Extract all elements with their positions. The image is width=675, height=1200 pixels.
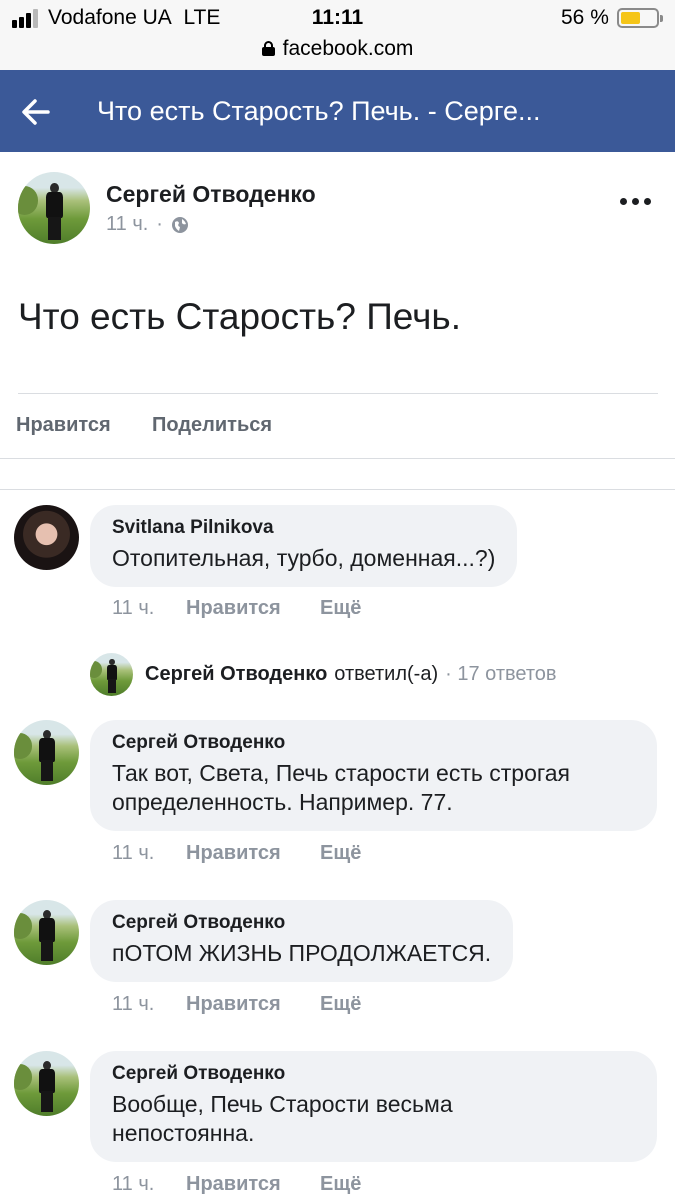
share-button[interactable]: Поделиться [152, 414, 272, 437]
battery-level [621, 12, 641, 24]
battery-icon [617, 8, 663, 28]
comment-text: Вообще, Печь Старости весьма непостоянна… [112, 1091, 453, 1146]
reply-author: Сергей Отводенко [145, 662, 328, 685]
comment-text: Так вот, Света, Печь старости есть строг… [112, 760, 571, 815]
meta-separator: · [156, 213, 163, 235]
commenter-avatar[interactable] [14, 505, 79, 570]
post-time[interactable]: 11 ч. [106, 213, 148, 236]
comment-time[interactable]: 11 ч. [112, 1173, 186, 1196]
post-meta: 11 ч. · [106, 213, 189, 236]
author-avatar[interactable] [18, 172, 90, 244]
battery-percent: 56 % [561, 6, 609, 29]
comment-author[interactable]: Сергей Отводенко [112, 1062, 635, 1086]
comment-more-button[interactable]: Ещё [320, 842, 361, 865]
commenter-avatar[interactable] [14, 900, 79, 965]
top-nav-bar: Что есть Старость? Печь. - Серге... [0, 70, 675, 152]
globe-icon [171, 216, 188, 233]
divider [18, 393, 658, 394]
page-title: Что есть Старость? Печь. - Серге... [97, 96, 541, 126]
comment-bubble: Сергей Отводенко пОТОМ ЖИЗНЬ ПРОДОЛЖАЕТС… [90, 900, 514, 982]
reply-count: · 17 ответов [445, 662, 557, 685]
back-arrow-icon[interactable] [18, 94, 54, 130]
comment-more-button[interactable]: Ещё [320, 1173, 361, 1196]
status-bar: Vodafone UA LTE 11:11 56 % facebook.com [0, 0, 675, 70]
comment-author[interactable]: Сергей Отводенко [112, 731, 635, 755]
comment-like-button[interactable]: Нравится [186, 1173, 320, 1196]
comment-more-button[interactable]: Ещё [320, 993, 361, 1016]
comment-author[interactable]: Svitlana Pilnikova [112, 516, 495, 540]
comment-actions: 11 ч. Нравится Ещё [112, 597, 361, 620]
comment-author[interactable]: Сергей Отводенко [112, 911, 491, 935]
comment-time[interactable]: 11 ч. [112, 597, 186, 620]
comment-bubble: Сергей Отводенко Вообще, Печь Старости в… [90, 1051, 657, 1162]
comment-more-button[interactable]: Ещё [320, 597, 361, 620]
like-button[interactable]: Нравится [16, 414, 111, 437]
reply-verb: ответил(-а) [334, 662, 439, 685]
section-gap [0, 459, 675, 489]
comment-like-button[interactable]: Нравится [186, 993, 320, 1016]
replies-summary[interactable]: Сергей Отводенко ответил(-а) · 17 ответо… [90, 652, 557, 696]
comment-text: Отопительная, турбо, доменная...?) [112, 545, 496, 571]
url-text: facebook.com [282, 37, 414, 60]
post-author-name[interactable]: Сергей Отводенко [106, 181, 316, 208]
lock-icon [261, 41, 275, 56]
commenter-avatar[interactable] [14, 720, 79, 785]
more-options-icon[interactable] [620, 196, 652, 208]
divider [0, 489, 675, 490]
comment-actions: 11 ч. Нравится Ещё [112, 842, 361, 865]
address-bar[interactable]: facebook.com [0, 37, 675, 61]
comment-text: пОТОМ ЖИЗНЬ ПРОДОЛЖАЕТСЯ. [112, 940, 492, 966]
comment-actions: 11 ч. Нравится Ещё [112, 1173, 361, 1196]
post-text: Что есть Старость? Печь. [18, 296, 461, 337]
comment-like-button[interactable]: Нравится [186, 597, 320, 620]
reply-avatar [90, 652, 133, 696]
comment-like-button[interactable]: Нравится [186, 842, 320, 865]
comment-bubble: Сергей Отводенко Так вот, Света, Печь ст… [90, 720, 657, 831]
commenter-avatar[interactable] [14, 1051, 79, 1116]
comment-time[interactable]: 11 ч. [112, 993, 186, 1016]
comment-bubble: Svitlana Pilnikova Отопительная, турбо, … [90, 505, 518, 587]
comment-time[interactable]: 11 ч. [112, 842, 186, 865]
comment-actions: 11 ч. Нравится Ещё [112, 993, 361, 1016]
